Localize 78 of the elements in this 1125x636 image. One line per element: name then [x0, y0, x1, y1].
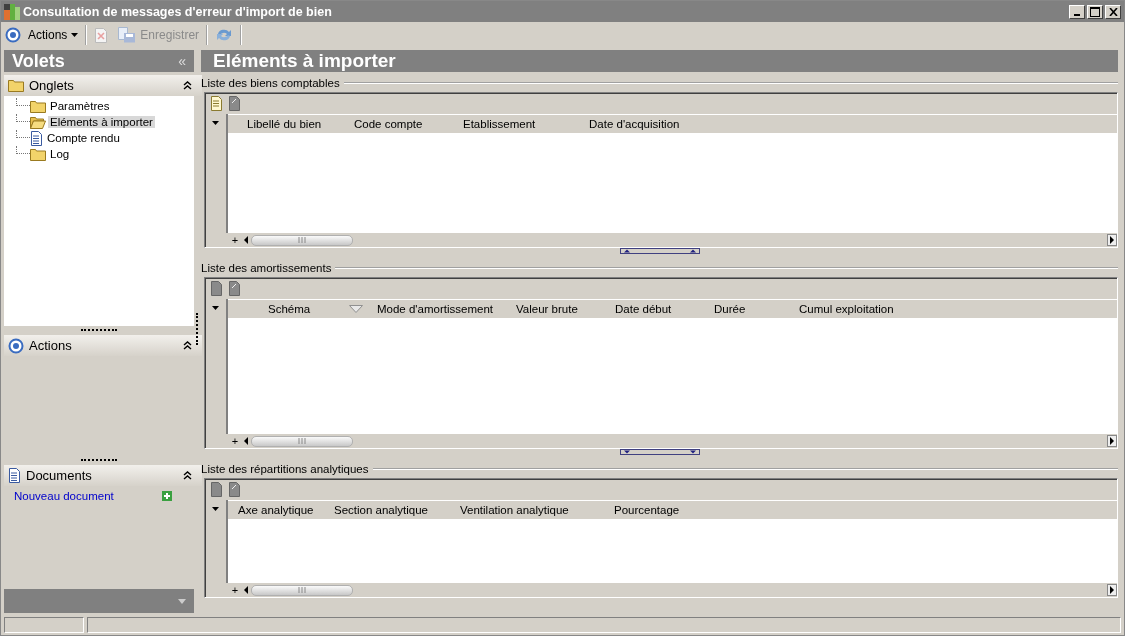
collapse-icon[interactable]	[183, 81, 192, 90]
caret-icon	[212, 306, 219, 310]
pane-header[interactable]: Documents	[4, 465, 202, 486]
pane-title: Documents	[26, 468, 92, 483]
actions-menu[interactable]: Actions	[25, 26, 82, 44]
close-icon	[1108, 7, 1118, 16]
pane-title: Actions	[29, 338, 72, 353]
tree-item[interactable]: Eléments à importer	[48, 116, 155, 128]
add-row-button[interactable]: +	[229, 233, 241, 247]
column-header[interactable]: Ventilation analytique	[460, 504, 614, 516]
filter-icon[interactable]	[349, 305, 363, 313]
grip-icon	[298, 587, 306, 593]
scroll-left-icon[interactable]	[243, 437, 249, 445]
app-icon	[4, 3, 20, 20]
grip-icon	[298, 438, 306, 444]
column-header[interactable]: Schéma	[268, 303, 377, 315]
save-icon	[118, 27, 137, 43]
scroll-right-icon[interactable]	[1107, 584, 1117, 596]
folder-icon	[30, 99, 46, 113]
pane-header[interactable]: Actions	[4, 335, 202, 356]
column-header[interactable]: Date début	[615, 303, 714, 315]
open-folder-icon	[30, 115, 46, 129]
splitter-handle[interactable]	[619, 449, 700, 455]
column-header[interactable]: Code compte	[354, 118, 463, 130]
add-row-button[interactable]: +	[229, 583, 241, 597]
column-header[interactable]: Etablissement	[463, 118, 589, 130]
scroll-left-icon[interactable]	[243, 586, 249, 594]
pane-header[interactable]: Onglets	[4, 75, 202, 96]
column-header[interactable]: Libellé du bien	[247, 118, 354, 130]
column-header[interactable]: Durée	[714, 303, 799, 315]
tree-item[interactable]: Paramètres	[48, 100, 112, 112]
splitter-grip[interactable]	[81, 458, 117, 463]
scroll-right-icon[interactable]	[1107, 234, 1117, 246]
column-header[interactable]: Section analytique	[334, 504, 460, 516]
target-icon	[8, 337, 24, 354]
grip-icon	[298, 237, 306, 243]
tree-item[interactable]: Log	[48, 148, 72, 160]
sidebar-title: Volets	[12, 50, 65, 72]
column-header[interactable]: Pourcentage	[614, 504, 734, 516]
scrollbar-thumb[interactable]	[251, 435, 353, 447]
page-title: Eléments à importer	[213, 50, 396, 72]
add-row-button[interactable]: +	[229, 434, 241, 448]
maximize-icon	[1090, 6, 1100, 17]
scroll-left-icon[interactable]	[243, 236, 249, 244]
collapse-icon[interactable]	[183, 471, 192, 480]
scrollbar-thumb[interactable]	[251, 234, 353, 246]
minimize-icon	[1074, 13, 1080, 16]
folder-icon	[8, 79, 24, 92]
column-header[interactable]: Valeur brute	[516, 303, 615, 315]
caret-icon	[212, 507, 219, 511]
splitter-grip[interactable]	[195, 313, 200, 345]
folder-icon	[30, 147, 46, 161]
scrollbar-thumb[interactable]	[251, 584, 353, 596]
section-title: Liste des biens comptables	[201, 77, 340, 89]
scroll-right-icon[interactable]	[1107, 435, 1117, 447]
column-header[interactable]: Axe analytique	[238, 504, 334, 516]
delete-icon	[94, 27, 109, 43]
collapse-icon[interactable]	[183, 341, 192, 350]
section-title: Liste des répartitions analytiques	[201, 463, 369, 475]
pane-title: Onglets	[29, 78, 74, 93]
window-title: Consultation de messages d'erreur d'import de bien	[23, 4, 332, 19]
tree-item[interactable]: Compte rendu	[45, 132, 122, 144]
caret-icon	[71, 33, 79, 37]
caret-icon	[212, 121, 219, 125]
new-document-link[interactable]: Nouveau document	[14, 490, 114, 502]
add-icon[interactable]	[162, 491, 172, 501]
splitter-grip[interactable]	[81, 328, 117, 333]
document-icon	[30, 130, 43, 146]
column-header[interactable]: Mode d'amortissement	[377, 303, 516, 315]
document-icon	[8, 468, 21, 483]
close-button[interactable]	[1105, 4, 1121, 19]
column-header[interactable]: Cumul exploitation	[799, 303, 929, 315]
splitter-handle[interactable]	[619, 248, 700, 254]
target-icon	[5, 27, 21, 43]
column-header[interactable]: Date d'acquisition	[589, 118, 739, 130]
maximize-button[interactable]	[1087, 4, 1103, 19]
minimize-button[interactable]	[1069, 4, 1085, 19]
section-title: Liste des amortissements	[201, 262, 332, 274]
